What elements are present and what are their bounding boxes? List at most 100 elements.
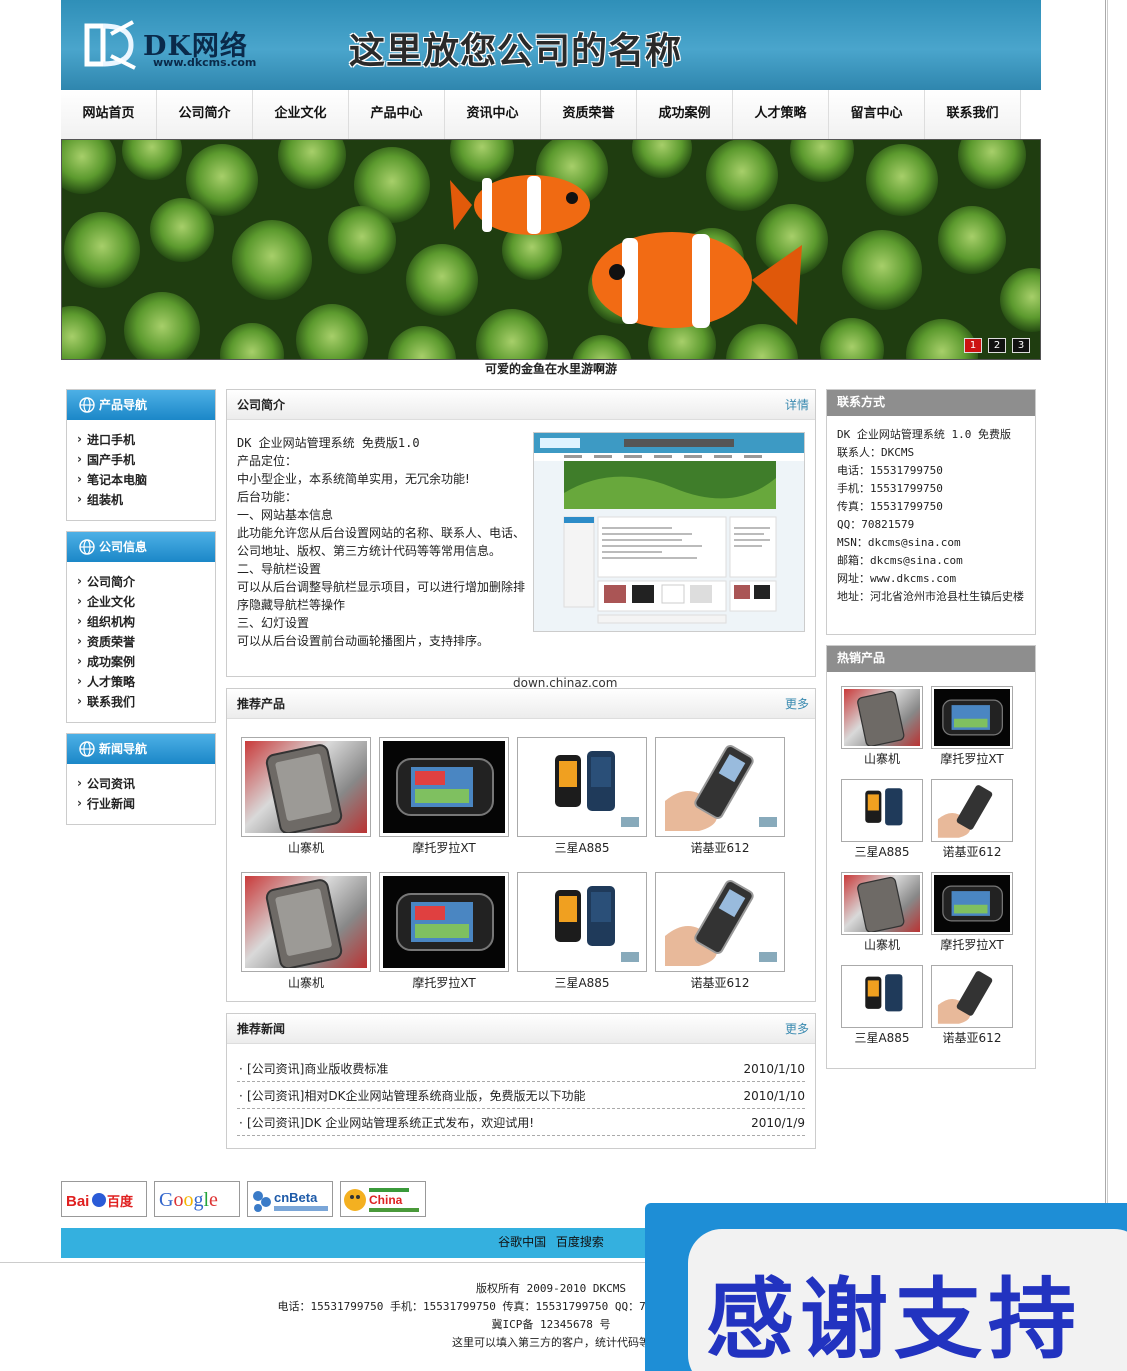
friend-links: Bai 百度 Google cnBeta China [61, 1181, 426, 1217]
logo-url: www.dkcms.com [153, 56, 257, 69]
product-nav-item[interactable]: 笔记本电脑 [77, 469, 215, 490]
page: DK网络 www.dkcms.com 这里放您公司的名称 网站首页 公司简介 企… [0, 0, 1106, 1371]
friend-link-chinaz[interactable]: China [340, 1181, 426, 1217]
news-item-title[interactable]: [公司资讯]DK 企业网站管理系统正式发布，欢迎试用! [239, 1110, 534, 1136]
nav-home[interactable]: 网站首页 [61, 90, 157, 139]
about-line: 一、网站基本信息 [237, 508, 334, 522]
bottom-link-baidu[interactable]: 百度搜索 [556, 1235, 604, 1249]
product-nav-item[interactable]: 组装机 [77, 489, 215, 510]
nav-products[interactable]: 产品中心 [349, 90, 445, 139]
product-nav-header: 产品导航 [67, 390, 215, 420]
nav-contact[interactable]: 联系我们 [925, 90, 1021, 139]
nav-guestbook[interactable]: 留言中心 [829, 90, 925, 139]
product-thumb[interactable] [655, 872, 785, 972]
friend-link-baidu[interactable]: Bai 百度 [61, 1181, 147, 1217]
company-info-item[interactable]: 联系我们 [77, 691, 215, 712]
bottom-link-google[interactable]: 谷歌中国 [498, 1235, 546, 1249]
hot-product-thumb[interactable] [841, 686, 923, 749]
phone-image [937, 785, 993, 838]
friend-link-google[interactable]: Google [154, 1181, 240, 1217]
hot-product-thumb[interactable] [931, 872, 1013, 935]
svg-text:Google: Google [159, 1189, 218, 1211]
product-thumb[interactable] [517, 737, 647, 837]
site-logo[interactable]: DK网络 www.dkcms.com [81, 18, 281, 74]
product-name[interactable]: 三星A885 [517, 840, 647, 856]
friend-link-cnbeta[interactable]: cnBeta [247, 1181, 333, 1217]
hot-product-thumb[interactable] [841, 965, 923, 1028]
product-card: 山寨机 [241, 872, 371, 991]
product-thumb[interactable] [241, 737, 371, 837]
banner-caption: 可爱的金鱼在水里游啊游 [484, 362, 617, 376]
nav-cases[interactable]: 成功案例 [637, 90, 733, 139]
phone-image [937, 971, 993, 1024]
hot-product-card: 诺基亚612 [931, 779, 1013, 860]
product-thumb[interactable] [655, 737, 785, 837]
product-name[interactable]: 山寨机 [241, 840, 371, 856]
hot-product-name[interactable]: 诺基亚612 [931, 844, 1013, 860]
product-thumb[interactable] [517, 872, 647, 972]
company-info-item[interactable]: 公司简介 [77, 571, 215, 592]
product-name[interactable]: 摩托罗拉XT [379, 840, 509, 856]
product-thumb[interactable] [379, 737, 509, 837]
hot-product-name[interactable]: 山寨机 [841, 937, 923, 953]
product-nav-item[interactable]: 进口手机 [77, 429, 215, 450]
product-name[interactable]: 三星A885 [517, 975, 647, 991]
hot-product-card: 山寨机 [841, 872, 923, 953]
product-name[interactable]: 山寨机 [241, 975, 371, 991]
hot-product-thumb[interactable] [841, 872, 923, 935]
product-name[interactable]: 诺基亚612 [655, 975, 785, 991]
window-scroll-edge[interactable] [1107, 0, 1127, 1371]
contact-line: 传真：15531799750 [837, 500, 943, 513]
news-nav-item[interactable]: 公司资讯 [77, 773, 215, 794]
hot-product-thumb[interactable] [841, 779, 923, 842]
news-nav-item[interactable]: 行业新闻 [77, 793, 215, 814]
product-thumb[interactable] [241, 872, 371, 972]
dk-logo-mark-icon [84, 20, 136, 70]
product-name[interactable]: 诺基亚612 [655, 840, 785, 856]
about-more-link[interactable]: 详情 [785, 390, 809, 420]
slide-dot-2[interactable]: 2 [988, 338, 1006, 353]
hot-product-thumb[interactable] [931, 965, 1013, 1028]
hot-product-card: 山寨机 [841, 686, 923, 767]
nav-news[interactable]: 资讯中心 [445, 90, 541, 139]
hot-product-thumb[interactable] [931, 686, 1013, 749]
hot-product-name[interactable]: 诺基亚612 [931, 1030, 1013, 1046]
product-nav-item[interactable]: 国产手机 [77, 449, 215, 470]
product-thumb[interactable] [379, 872, 509, 972]
recommend-more-link[interactable]: 更多 [785, 689, 809, 719]
news-title: 推荐新闻 [237, 1022, 286, 1036]
product-name[interactable]: 摩托罗拉XT [379, 975, 509, 991]
company-info-item[interactable]: 组织机构 [77, 611, 215, 632]
thanks-overlay[interactable]: 感谢支持 [645, 1203, 1127, 1371]
company-info-item[interactable]: 资质荣誉 [77, 631, 215, 652]
about-text: DK 企业网站管理系统 免费版1.0 产品定位： 中小型企业，本系统简单实用，无… [237, 434, 537, 650]
company-info-item[interactable]: 企业文化 [77, 591, 215, 612]
slider-dots: 1 2 3 [964, 338, 1030, 353]
nav-culture[interactable]: 企业文化 [253, 90, 349, 139]
hot-product-thumb[interactable] [931, 779, 1013, 842]
svg-text:百度: 百度 [107, 1194, 134, 1210]
nav-talent[interactable]: 人才策略 [733, 90, 829, 139]
phone-image [555, 751, 639, 827]
company-info-item[interactable]: 人才策略 [77, 671, 215, 692]
hot-product-name[interactable]: 摩托罗拉XT [931, 751, 1013, 767]
news-item-title[interactable]: [公司资讯]商业版收费标准 [239, 1056, 388, 1082]
nav-about[interactable]: 公司简介 [157, 90, 253, 139]
hot-product-name[interactable]: 摩托罗拉XT [931, 937, 1013, 953]
news-nav-header: 新闻导航 [67, 734, 215, 764]
phone-image [857, 876, 905, 932]
news-more-link[interactable]: 更多 [785, 1014, 809, 1044]
hot-product-name[interactable]: 三星A885 [841, 844, 923, 860]
globe-icon [79, 539, 95, 555]
nav-honors[interactable]: 资质荣誉 [541, 90, 637, 139]
about-line: 可以从后台设置前台动画轮播图片，支持排序。 [237, 634, 490, 648]
hot-product-name[interactable]: 山寨机 [841, 751, 923, 767]
contact-line: MSN：dkcms@sina.com [837, 536, 961, 549]
slide-dot-3[interactable]: 3 [1012, 338, 1030, 353]
company-info-item[interactable]: 成功案例 [77, 651, 215, 672]
hot-product-name[interactable]: 三星A885 [841, 1030, 923, 1046]
banner-slideshow[interactable]: 1 2 3 [61, 139, 1041, 360]
contact-line: 电话：15531799750 [837, 464, 943, 477]
slide-dot-1[interactable]: 1 [964, 338, 982, 353]
news-item-title[interactable]: [公司资讯]相对DK企业网站管理系统商业版，免费版无以下功能 [239, 1083, 585, 1109]
